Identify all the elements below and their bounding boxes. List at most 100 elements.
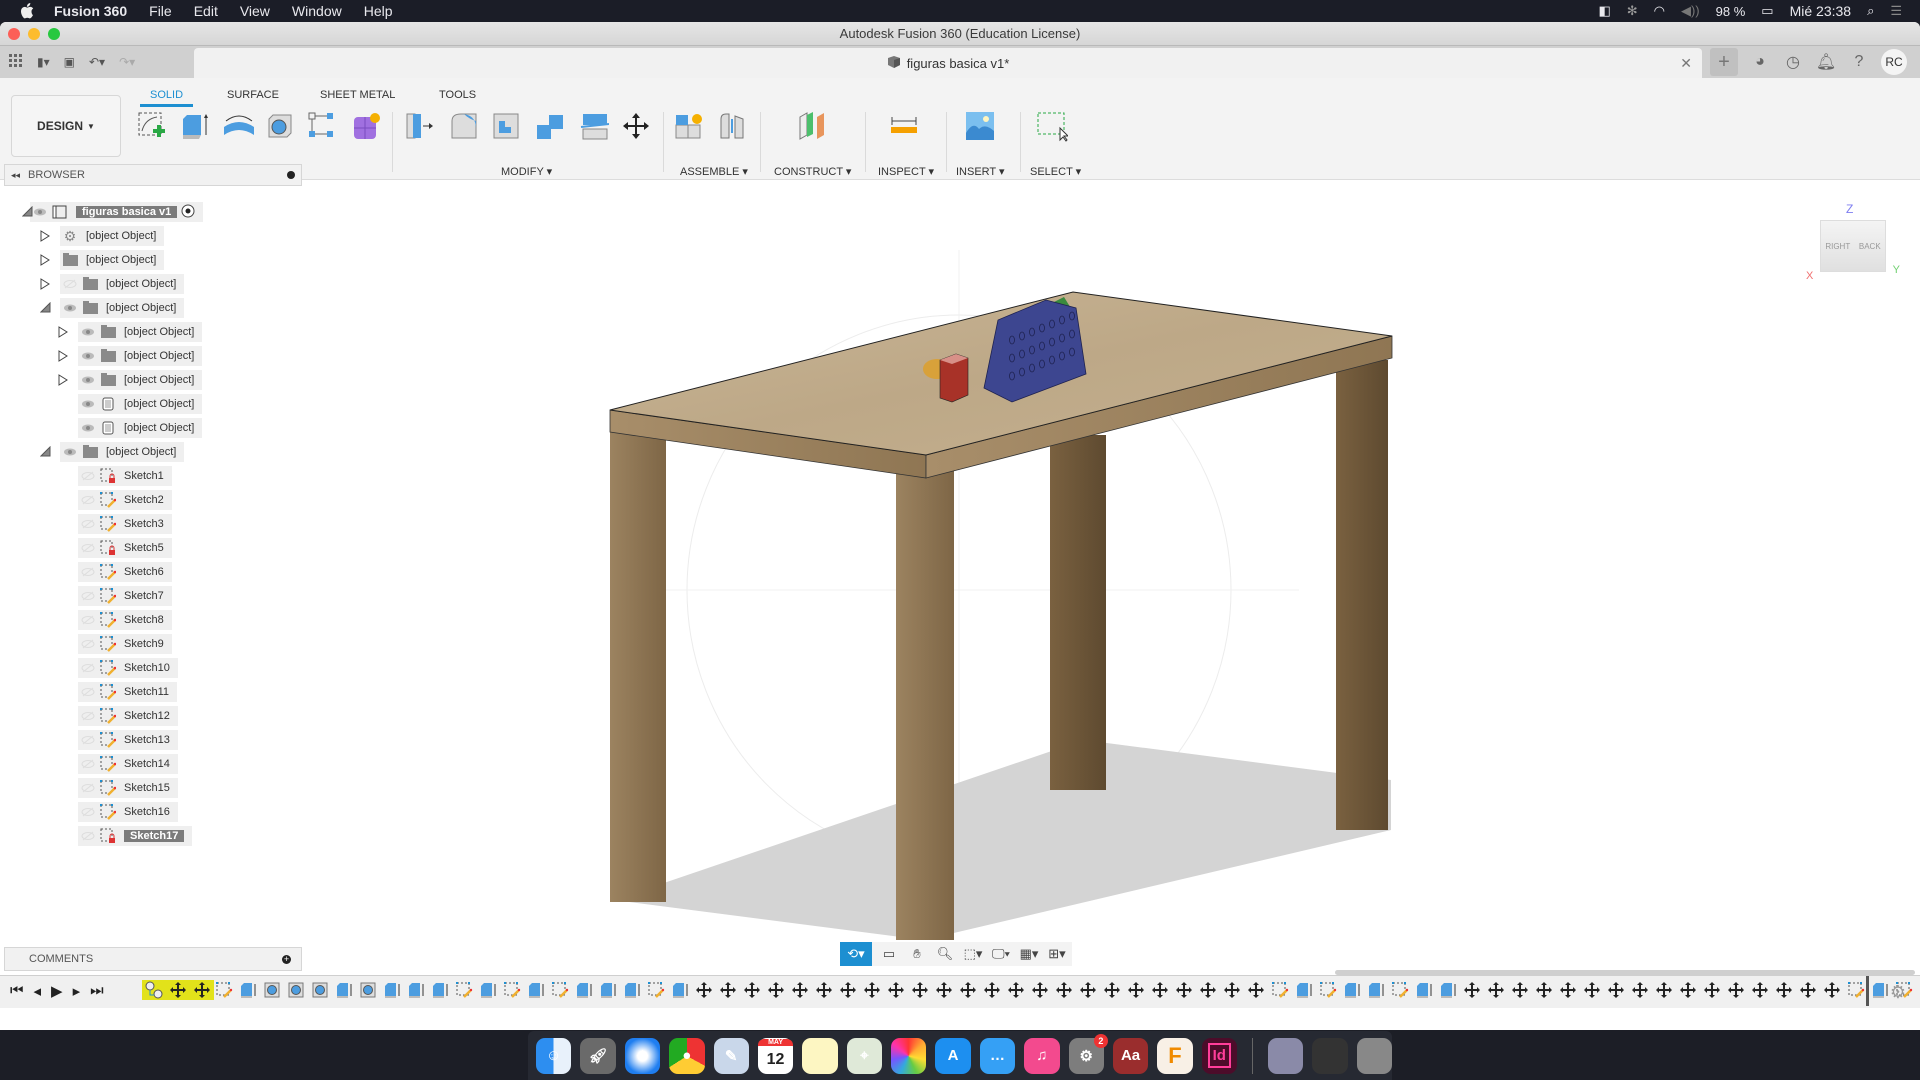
browser-item-sketch[interactable]: Sketch16: [78, 802, 178, 822]
viewports-icon[interactable]: ⊞▾: [1046, 942, 1068, 966]
calendar-icon[interactable]: MAY 12: [757, 1037, 794, 1074]
visibility-eye-icon[interactable]: [60, 442, 80, 462]
timeline-move-icon[interactable]: [1222, 980, 1242, 1000]
select-menu[interactable]: SELECT ▾: [1030, 165, 1081, 178]
timeline-extrude-icon[interactable]: [430, 980, 450, 1000]
visibility-hidden-icon[interactable]: [78, 610, 98, 630]
notifications-bell-icon[interactable]: 🔔︎: [1815, 51, 1837, 73]
viewcube-right-face[interactable]: RIGHT: [1825, 242, 1850, 251]
timeline-joint-icon[interactable]: [142, 980, 166, 1000]
visibility-eye-icon[interactable]: [78, 394, 98, 414]
timeline-extrude-icon[interactable]: [1414, 980, 1434, 1000]
timeline-move-icon[interactable]: [1102, 980, 1122, 1000]
visibility-eye-icon[interactable]: [78, 370, 98, 390]
menu-help[interactable]: Help: [364, 3, 393, 19]
tab-tools[interactable]: TOOLS: [439, 89, 476, 101]
create-form-button[interactable]: [350, 110, 382, 142]
press-pull-button[interactable]: [404, 110, 436, 142]
construct-menu[interactable]: CONSTRUCT ▾: [774, 165, 851, 178]
browser-item-sketch[interactable]: Sketch3: [78, 514, 172, 534]
pan-hand-icon[interactable]: ✋︎: [906, 942, 928, 966]
downloads-stack-icon[interactable]: [1312, 1037, 1348, 1074]
browser-item-named-views[interactable]: [object Object]: [40, 250, 165, 270]
timeline-move-icon[interactable]: [1726, 980, 1746, 1000]
close-window-button[interactable]: [8, 28, 20, 40]
chrome-icon[interactable]: ●: [669, 1037, 705, 1074]
timeline-move-icon[interactable]: [190, 980, 214, 1000]
trash-icon[interactable]: [1356, 1037, 1393, 1074]
timeline-move-icon[interactable]: [766, 980, 786, 1000]
timeline-move-icon[interactable]: [958, 980, 978, 1000]
browser-item-sketch[interactable]: Sketch10: [78, 658, 178, 678]
browser-item-document-settings[interactable]: ⚙ [object Object]: [40, 226, 165, 246]
timeline-hole-icon[interactable]: [310, 980, 330, 1000]
go-to-end-icon[interactable]: ⏭: [90, 982, 104, 1000]
visibility-eye-icon[interactable]: [78, 322, 98, 342]
browser-item-body19[interactable]: [object Object]: [78, 418, 203, 438]
timeline-move-icon[interactable]: [694, 980, 714, 1000]
timeline-extrude-icon[interactable]: [334, 980, 354, 1000]
visibility-hidden-icon[interactable]: [78, 586, 98, 606]
timeline-sketch-icon[interactable]: [1270, 980, 1290, 1000]
timeline-move-icon[interactable]: [1606, 980, 1626, 1000]
browser-item-sketch[interactable]: Sketch13: [78, 730, 178, 750]
fillet-button[interactable]: [448, 110, 480, 142]
timeline-move-icon[interactable]: [1246, 980, 1266, 1000]
timeline-move-icon[interactable]: [1678, 980, 1698, 1000]
timeline-move-icon[interactable]: [1774, 980, 1794, 1000]
new-tab-button[interactable]: +: [1710, 48, 1738, 76]
timeline-sketch-icon[interactable]: [1846, 980, 1866, 1000]
browser-item-bodies[interactable]: [object Object]: [39, 298, 185, 318]
timeline-move-icon[interactable]: [1486, 980, 1506, 1000]
browser-item-cubo[interactable]: [object Object]: [58, 322, 203, 342]
wifi-icon[interactable]: ◠: [1654, 3, 1665, 19]
user-avatar[interactable]: RC: [1881, 49, 1907, 75]
timeline-move-icon[interactable]: [1702, 980, 1722, 1000]
timeline-extrude-icon[interactable]: [598, 980, 618, 1000]
close-tab-icon[interactable]: ✕: [1680, 55, 1692, 72]
timeline-move-icon[interactable]: [1822, 980, 1842, 1000]
timeline-extrude-icon[interactable]: [1294, 980, 1314, 1000]
notes-icon[interactable]: [802, 1037, 838, 1074]
timeline-move-icon[interactable]: [742, 980, 762, 1000]
visibility-hidden-icon[interactable]: [60, 274, 80, 294]
browser-item-sketch[interactable]: Sketch9: [78, 634, 172, 654]
play-icon[interactable]: ▶: [51, 982, 63, 1000]
timeline-move-icon[interactable]: [1630, 980, 1650, 1000]
browser-item-sketch[interactable]: Sketch7: [78, 586, 172, 606]
menu-window[interactable]: Window: [292, 3, 342, 19]
timeline-sketch-icon[interactable]: [454, 980, 474, 1000]
timeline-move-icon[interactable]: [1654, 980, 1674, 1000]
collapse-arrow-icon[interactable]: [39, 301, 51, 314]
visibility-eye-icon[interactable]: [78, 346, 98, 366]
timeline-hole-icon[interactable]: [358, 980, 378, 1000]
system-preferences-icon[interactable]: ⚙ 2: [1068, 1033, 1108, 1074]
timeline-move-icon[interactable]: [1198, 980, 1218, 1000]
viewcube[interactable]: Z RIGHT BACK X Y: [1806, 202, 1900, 292]
visibility-hidden-icon[interactable]: [78, 466, 98, 486]
measure-button[interactable]: [888, 110, 920, 142]
workspace-switcher[interactable]: DESIGN ▼: [11, 95, 121, 157]
timeline-scrollbar[interactable]: [1335, 970, 1915, 975]
undo-icon[interactable]: ↶▾: [89, 55, 105, 69]
visibility-hidden-icon[interactable]: [78, 706, 98, 726]
inspect-menu[interactable]: INSPECT ▾: [878, 165, 934, 178]
timeline-extrude-icon[interactable]: [1870, 980, 1890, 1000]
combine-button[interactable]: [534, 110, 566, 142]
model-canvas[interactable]: [304, 180, 1920, 975]
timeline-move-icon[interactable]: [1534, 980, 1554, 1000]
redo-icon[interactable]: ↷▾: [119, 55, 135, 69]
file-menu-icon[interactable]: ▮▾: [37, 55, 50, 69]
orbit-icon[interactable]: ⟲▾: [840, 942, 872, 966]
photos-icon[interactable]: [891, 1037, 927, 1074]
display-settings-icon[interactable]: 🖵▾: [990, 942, 1012, 966]
timeline-extrude-icon[interactable]: [1366, 980, 1386, 1000]
timeline-extrude-icon[interactable]: [670, 980, 690, 1000]
3d-viewport[interactable]: Z RIGHT BACK X Y: [304, 180, 1920, 975]
revolve-button[interactable]: [222, 110, 254, 142]
minimize-window-button[interactable]: [28, 28, 40, 40]
timeline-extrude-icon[interactable]: [526, 980, 546, 1000]
menu-view[interactable]: View: [240, 3, 270, 19]
clock[interactable]: Mié 23:38: [1790, 3, 1851, 19]
safari-icon[interactable]: ✦: [624, 1037, 661, 1074]
